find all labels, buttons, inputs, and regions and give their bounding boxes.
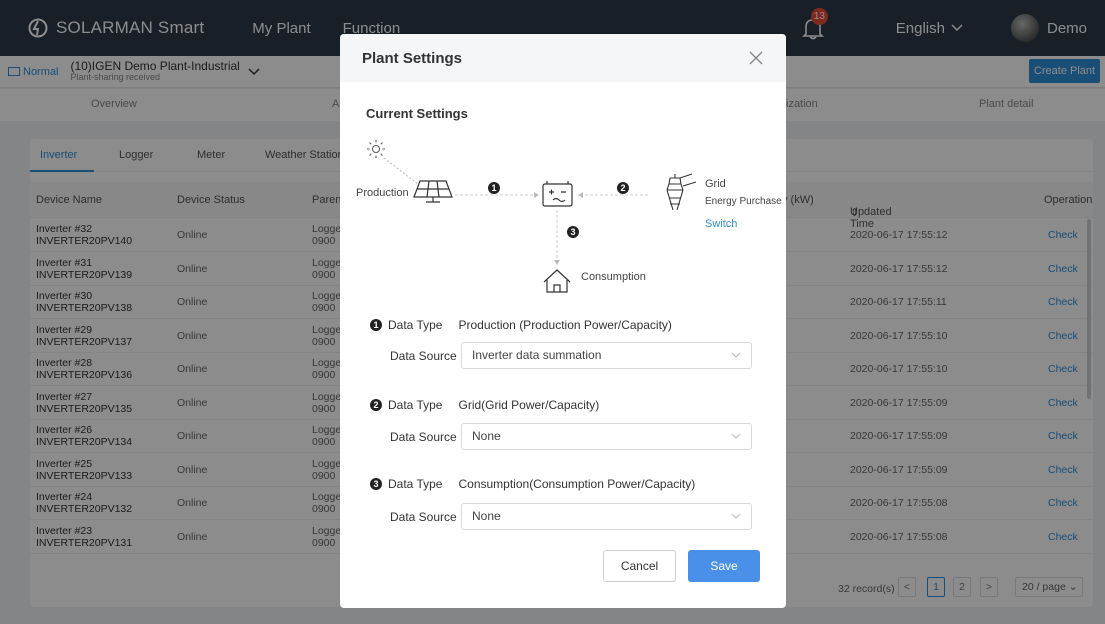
production-label: Production <box>356 187 409 199</box>
production-source-select[interactable]: Inverter data summation <box>461 342 752 369</box>
save-button[interactable]: Save <box>688 550 760 582</box>
cancel-button[interactable]: Cancel <box>603 550 676 582</box>
grid-source-select[interactable]: None <box>461 423 752 450</box>
solar-panel-icon <box>413 180 453 203</box>
consumption-label: Consumption <box>581 271 646 283</box>
modal-title: Plant Settings <box>362 50 463 67</box>
data-type-value: Grid(Grid Power/Capacity) <box>458 398 600 412</box>
energy-flow-diagram: Production 1 2 3 Grid Energy Purchase Sw… <box>340 130 786 300</box>
inverter-icon <box>542 181 573 207</box>
house-icon <box>543 269 571 293</box>
modal-header: Plant Settings <box>340 34 786 82</box>
data-type-row-1: 1 Data Type Production (Production Power… <box>370 318 672 332</box>
chevron-down-icon <box>731 513 741 519</box>
data-source-label: Data Source <box>390 349 457 363</box>
consumption-source-select[interactable]: None <box>461 503 752 530</box>
data-type-value: Production (Production Power/Capacity) <box>458 318 672 332</box>
setting-number-2: 2 <box>370 399 382 411</box>
data-type-label: Data Type <box>388 318 443 332</box>
data-type-label: Data Type <box>388 477 443 491</box>
flow-step-1: 1 <box>488 182 500 194</box>
select-value: None <box>472 429 501 443</box>
current-settings-heading: Current Settings <box>366 106 468 121</box>
setting-number-1: 1 <box>370 319 382 331</box>
flow-step-2: 2 <box>617 182 629 194</box>
grid-label: Grid <box>705 178 726 190</box>
setting-number-3: 3 <box>370 478 382 490</box>
data-type-row-2: 2 Data Type Grid(Grid Power/Capacity) <box>370 398 599 412</box>
chevron-down-icon <box>731 433 741 439</box>
close-icon[interactable] <box>748 50 764 66</box>
select-value: Inverter data summation <box>472 348 602 362</box>
energy-purchase-label: Energy Purchase <box>705 196 782 207</box>
chevron-down-icon <box>731 352 741 358</box>
plant-settings-modal: Plant Settings Current Settings Producti… <box>340 34 786 608</box>
data-source-label: Data Source <box>390 510 457 524</box>
switch-link[interactable]: Switch <box>705 218 737 230</box>
data-type-row-3: 3 Data Type Consumption(Consumption Powe… <box>370 477 695 491</box>
power-tower-icon <box>666 173 697 211</box>
data-type-value: Consumption(Consumption Power/Capacity) <box>458 477 696 491</box>
flow-step-3: 3 <box>567 226 579 238</box>
select-value: None <box>472 509 501 523</box>
sun-icon <box>367 140 385 158</box>
data-source-label: Data Source <box>390 430 457 444</box>
data-type-label: Data Type <box>388 398 443 412</box>
